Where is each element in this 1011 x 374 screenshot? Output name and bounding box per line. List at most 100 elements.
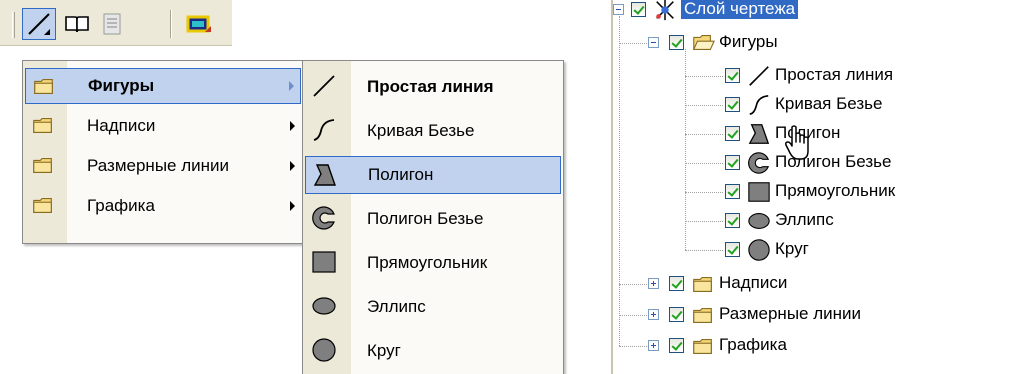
page-button[interactable] bbox=[95, 8, 129, 40]
tree-connector bbox=[685, 76, 723, 77]
submenu-item-label: Эллипс bbox=[367, 297, 426, 316]
submenu-item-label: Полигон Безье bbox=[367, 209, 484, 228]
bezier-curve-icon bbox=[311, 117, 337, 143]
visibility-checkbox[interactable] bbox=[669, 338, 684, 353]
visibility-checkbox[interactable] bbox=[725, 155, 740, 170]
tree-group-label[interactable]: Размерные линии bbox=[719, 304, 861, 324]
book-button[interactable] bbox=[60, 8, 94, 40]
menu-item-1[interactable]: Фигуры bbox=[25, 68, 301, 104]
tree-group-label[interactable]: Графика bbox=[719, 335, 787, 355]
menu-item-2[interactable]: Надписи bbox=[25, 108, 301, 144]
tree-leaf-label[interactable]: Кривая Безье bbox=[775, 94, 882, 114]
submenu-item-label: Полигон bbox=[368, 165, 434, 184]
layer-color-icon bbox=[186, 15, 211, 33]
visibility-checkbox[interactable] bbox=[725, 97, 740, 112]
visibility-checkbox[interactable] bbox=[725, 68, 740, 83]
circle-icon bbox=[747, 238, 771, 262]
polygon-icon bbox=[747, 122, 771, 146]
submenu-arrow-icon bbox=[290, 121, 295, 131]
folder-icon bbox=[691, 303, 715, 327]
line-icon bbox=[747, 64, 771, 88]
tree-connector bbox=[685, 134, 723, 135]
menu-item-label: Фигуры bbox=[88, 76, 155, 95]
submenu-item-2[interactable]: Кривая Безье bbox=[305, 112, 561, 150]
line-tool-button[interactable] bbox=[22, 8, 56, 40]
submenu-item-label: Круг bbox=[367, 341, 401, 360]
submenu-item-label: Кривая Безье bbox=[367, 121, 475, 140]
tree-leaf-label[interactable]: Простая линия bbox=[775, 65, 893, 85]
visibility-checkbox[interactable] bbox=[725, 213, 740, 228]
tree-group-label[interactable]: Надписи bbox=[719, 273, 787, 293]
submenu-item-label: Прямоугольник bbox=[367, 253, 488, 272]
tree-connector bbox=[685, 49, 686, 250]
menu-item-label: Надписи bbox=[87, 116, 156, 135]
visibility-checkbox[interactable] bbox=[725, 242, 740, 257]
menu-item-label: Графика bbox=[87, 196, 155, 215]
submenu-item-label: Простая линия bbox=[367, 77, 494, 96]
hand-cursor-icon bbox=[785, 125, 809, 160]
bezier-curve-icon bbox=[747, 93, 771, 117]
folder-icon bbox=[32, 74, 56, 98]
toolbar-separator bbox=[170, 10, 172, 38]
visibility-checkbox[interactable] bbox=[669, 35, 684, 50]
rectangle-icon bbox=[311, 249, 337, 275]
visibility-checkbox[interactable] bbox=[669, 307, 684, 322]
line-tool-icon bbox=[28, 13, 50, 35]
submenu-arrow-icon bbox=[290, 161, 295, 171]
visibility-checkbox[interactable] bbox=[725, 126, 740, 141]
submenu-arrow-icon bbox=[290, 201, 295, 211]
submenu-item-1[interactable]: Простая линия bbox=[305, 68, 561, 106]
submenu-item-6[interactable]: Эллипс bbox=[305, 288, 561, 326]
polygon-icon bbox=[312, 162, 338, 188]
rectangle-icon bbox=[747, 180, 771, 204]
tree-connector bbox=[619, 346, 647, 347]
submenu-item-3[interactable]: Полигон bbox=[305, 156, 561, 194]
folder-icon bbox=[691, 272, 715, 296]
tree-connector bbox=[685, 163, 723, 164]
menu-item-3[interactable]: Размерные линии bbox=[25, 148, 301, 184]
toolbar-grip[interactable] bbox=[12, 12, 15, 38]
page-icon bbox=[103, 13, 121, 35]
tree-leaf-label[interactable]: Прямоугольник bbox=[775, 181, 895, 201]
folder-icon bbox=[31, 193, 55, 217]
submenu-arrow-icon bbox=[289, 81, 294, 91]
bezier-polygon-icon bbox=[311, 205, 337, 231]
bezier-polygon-icon bbox=[747, 151, 771, 175]
visibility-checkbox[interactable] bbox=[631, 2, 646, 17]
collapse-button[interactable] bbox=[648, 37, 659, 48]
submenu-item-7[interactable]: Круг bbox=[305, 332, 561, 370]
submenu-item-4[interactable]: Полигон Безье bbox=[305, 200, 561, 238]
tree-connector bbox=[619, 43, 647, 44]
shapes-submenu: Простая линия Кривая Безье Полигон Полигон … bbox=[302, 60, 564, 374]
tree-group-label[interactable]: Фигуры bbox=[719, 32, 778, 52]
menu-item-label: Размерные линии bbox=[87, 156, 230, 175]
tree-root-label[interactable]: Слой чертежа bbox=[681, 0, 799, 19]
folder-icon bbox=[31, 113, 55, 137]
layer-icon bbox=[653, 0, 677, 22]
expand-button[interactable] bbox=[648, 340, 659, 351]
main-menu: Фигуры Надписи Размерные линии Графика bbox=[22, 60, 304, 244]
ellipse-icon bbox=[747, 209, 771, 233]
line-icon bbox=[311, 73, 337, 99]
tree-connector bbox=[685, 192, 723, 193]
book-icon bbox=[65, 16, 89, 33]
menu-item-4[interactable]: Графика bbox=[25, 188, 301, 224]
tree-connector bbox=[619, 284, 647, 285]
visibility-checkbox[interactable] bbox=[669, 276, 684, 291]
tree-leaf-label[interactable]: Эллипс bbox=[775, 210, 834, 230]
tree-leaf-label[interactable]: Круг bbox=[775, 239, 809, 259]
visibility-checkbox[interactable] bbox=[725, 184, 740, 199]
collapse-button[interactable] bbox=[613, 4, 624, 15]
expand-button[interactable] bbox=[648, 278, 659, 289]
circle-icon bbox=[311, 337, 337, 363]
open-folder-icon bbox=[691, 31, 715, 55]
submenu-item-5[interactable]: Прямоугольник bbox=[305, 244, 561, 282]
tree-connector bbox=[619, 315, 647, 316]
layer-color-button[interactable] bbox=[182, 8, 216, 40]
folder-icon bbox=[31, 153, 55, 177]
tree-connector bbox=[685, 105, 723, 106]
tree-connector bbox=[685, 250, 723, 251]
tree-connector bbox=[685, 221, 723, 222]
expand-button[interactable] bbox=[648, 309, 659, 320]
drawing-toolbar bbox=[0, 0, 232, 46]
